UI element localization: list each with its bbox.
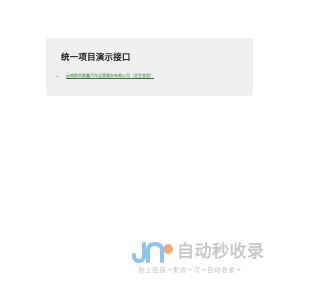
link-list: 云南欧尚赛鑫汽车运营服务有限公司（全生态型）	[61, 73, 253, 79]
page-title: 统一项目演示接口	[61, 53, 131, 63]
logo-icon	[132, 241, 173, 263]
watermark-slogan: 放上链接→来访一次→自动收录→	[138, 266, 242, 274]
project-card: 统一项目演示接口 云南欧尚赛鑫汽车运营服务有限公司（全生态型）	[46, 38, 253, 96]
list-item: 云南欧尚赛鑫汽车运营服务有限公司（全生态型）	[66, 73, 253, 79]
watermark: 自动秒收录 放上链接→来访一次→自动收录→	[130, 240, 290, 280]
watermark-brand: 自动秒收录	[177, 242, 265, 262]
page: 统一项目演示接口 云南欧尚赛鑫汽车运营服务有限公司（全生态型） 自动秒收录 放上…	[0, 0, 300, 300]
project-link[interactable]: 云南欧尚赛鑫汽车运营服务有限公司（全生态型）	[66, 73, 154, 78]
